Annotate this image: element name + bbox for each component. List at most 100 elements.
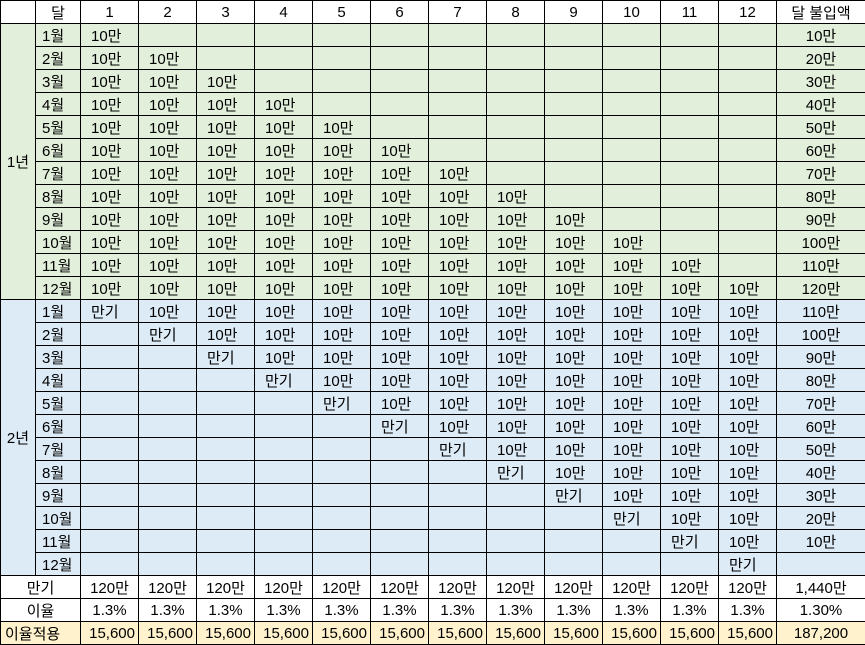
deposit-cell: 10만: [660, 253, 719, 277]
applied-cell: 15,600: [370, 621, 429, 645]
deposit-cell: 10만: [138, 276, 197, 300]
deposit-cell: 10만: [544, 230, 603, 254]
applied-total: 187,200: [776, 621, 865, 645]
deposit-cell: [138, 529, 197, 553]
deposit-cell: 10만: [428, 299, 487, 323]
deposit-cell: [196, 368, 255, 392]
deposit-cell: 10만: [254, 253, 313, 277]
deposit-cell: 만기: [428, 437, 487, 461]
applied-cell: 15,600: [718, 621, 777, 645]
deposit-cell: [486, 138, 545, 162]
deposit-cell: [312, 529, 371, 553]
deposit-cell: [602, 161, 661, 185]
deposit-cell: [80, 368, 139, 392]
applied-cell: 15,600: [196, 621, 255, 645]
col-header: 8: [486, 0, 545, 24]
deposit-cell: [370, 23, 429, 47]
deposit-cell: 10만: [428, 184, 487, 208]
applied-cell: 15,600: [544, 621, 603, 645]
deposit-cell: [660, 115, 719, 139]
deposit-cell: 10만: [80, 69, 139, 93]
deposit-cell: [486, 529, 545, 553]
deposit-cell: [254, 506, 313, 530]
deposit-cell: [312, 437, 371, 461]
month-label: 12월: [35, 552, 81, 576]
deposit-cell: 10만: [602, 483, 661, 507]
month-header: 달: [35, 0, 81, 24]
deposit-cell: 10만: [660, 299, 719, 323]
deposit-cell: 10만: [80, 138, 139, 162]
deposit-cell: 10만: [602, 299, 661, 323]
deposit-cell: 10만: [138, 138, 197, 162]
rate-cell: 1.3%: [196, 598, 255, 622]
deposit-cell: 10만: [254, 184, 313, 208]
month-label: 10월: [35, 506, 81, 530]
col-header: 5: [312, 0, 371, 24]
applied-cell: 15,600: [486, 621, 545, 645]
deposit-cell: 10만: [312, 253, 371, 277]
deposit-cell: 10만: [486, 230, 545, 254]
monthly-total: 60만: [776, 138, 865, 162]
deposit-cell: 10만: [602, 230, 661, 254]
month-label: 9월: [35, 207, 81, 231]
deposit-cell: [602, 207, 661, 231]
deposit-cell: 10만: [486, 276, 545, 300]
deposit-cell: 10만: [80, 253, 139, 277]
table-row: 3월 10만 10만 10만 30만: [1, 69, 865, 93]
col-header: 9: [544, 0, 603, 24]
deposit-cell: 10만: [486, 368, 545, 392]
deposit-cell: [196, 506, 255, 530]
monthly-total: 40만: [776, 460, 865, 484]
deposit-cell: [138, 414, 197, 438]
deposit-cell: [544, 529, 603, 553]
deposit-cell: 10만: [428, 276, 487, 300]
deposit-cell: 10만: [370, 322, 429, 346]
deposit-cell: [428, 460, 487, 484]
table-row: 12월 10만 10만 10만 10만 10만 10만 10만 10만 10만 10만 10만 10만 1…: [1, 276, 865, 300]
deposit-cell: 10만: [718, 506, 777, 530]
rate-label: 이율: [0, 598, 81, 622]
applied-cell: 15,600: [80, 621, 139, 645]
deposit-cell: [80, 506, 139, 530]
deposit-cell: [254, 391, 313, 415]
deposit-cell: 10만: [718, 391, 777, 415]
deposit-cell: 10만: [312, 115, 371, 139]
deposit-cell: 10만: [254, 276, 313, 300]
col-header: 1: [80, 0, 139, 24]
deposit-cell: [660, 138, 719, 162]
deposit-cell: [486, 161, 545, 185]
deposit-cell: 10만: [544, 437, 603, 461]
maturity-cell: 120만: [138, 575, 197, 599]
deposit-cell: 10만: [370, 345, 429, 369]
deposit-cell: [80, 322, 139, 346]
deposit-cell: 10만: [718, 437, 777, 461]
monthly-total: 10만: [776, 23, 865, 47]
deposit-cell: 10만: [370, 299, 429, 323]
deposit-cell: 만기: [254, 368, 313, 392]
table-row: 9월 10만 10만 10만 10만 10만 10만 10만 10만 10만 90만: [1, 207, 865, 231]
deposit-cell: 10만: [544, 207, 603, 231]
deposit-cell: 10만: [486, 253, 545, 277]
deposit-cell: [718, 161, 777, 185]
deposit-cell: [196, 483, 255, 507]
table-row: 3월 만기 10만 10만 10만 10만 10만 10만 10만 10만 10만 90만: [1, 345, 865, 369]
table-row: 9월 만기 10만 10만 10만 30만: [1, 483, 865, 507]
rate-cell: 1.3%: [428, 598, 487, 622]
deposit-cell: [486, 69, 545, 93]
applied-cell: 15,600: [254, 621, 313, 645]
deposit-cell: 10만: [428, 230, 487, 254]
col-header: 7: [428, 0, 487, 24]
deposit-cell: 10만: [312, 138, 371, 162]
deposit-cell: [370, 529, 429, 553]
deposit-cell: 10만: [486, 299, 545, 323]
deposit-cell: 10만: [312, 322, 371, 346]
deposit-cell: 10만: [486, 391, 545, 415]
deposit-cell: [544, 184, 603, 208]
deposit-cell: [486, 552, 545, 576]
month-label: 3월: [35, 69, 81, 93]
deposit-cell: [486, 92, 545, 116]
table-row: 10월 만기 10만 10만 20만: [1, 506, 865, 530]
deposit-cell: [80, 483, 139, 507]
deposit-cell: 10만: [254, 345, 313, 369]
deposit-cell: [660, 207, 719, 231]
